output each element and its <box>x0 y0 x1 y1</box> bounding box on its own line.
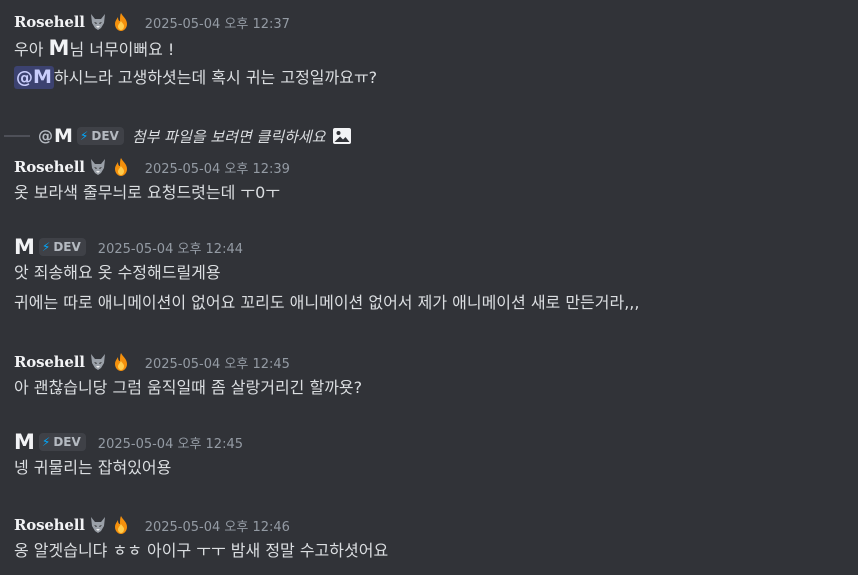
lightning-icon: ⚡ <box>41 240 51 254</box>
message-timestamp[interactable]: 2025-05-04 오후 12:44 <box>98 238 243 257</box>
message-timestamp[interactable]: 2025-05-04 오후 12:37 <box>145 13 290 32</box>
wolf-emoji-icon <box>88 12 108 32</box>
text-segment: 우아 <box>14 40 49 59</box>
author-name[interactable]: M <box>14 236 35 258</box>
reply-preview[interactable]: @ M ⚡ DEV 첨부 파일을 보려면 클릭하세요 <box>0 123 858 149</box>
author-name[interactable]: Rosehell <box>14 13 85 31</box>
message-header: M ⚡ DEV 2025-05-04 오후 12:45 <box>14 430 858 454</box>
reply-bracket <box>4 135 30 137</box>
message-header: Rosehell 2025-05-04 오후 12:39 <box>14 155 858 179</box>
message-text: 앗 죄송해요 옷 수정해드릴게용 <box>14 263 221 282</box>
message-text: 옷 보라색 줄무늬로 요청드렷는데 ㅜ0ㅜ <box>14 183 281 202</box>
text-segment: 님 너무이뻐요 ! <box>69 40 175 59</box>
user-mention[interactable]: @M <box>14 66 54 89</box>
lightning-icon: ⚡ <box>41 435 51 449</box>
reply-text[interactable]: 첨부 파일을 보려면 클릭하세요 <box>132 126 326 147</box>
chat-message-list: Rosehell 2025-05-04 오후 12:37 우아 M님 너무이뻐요… <box>0 0 858 575</box>
message-text: @M 하시느라 고생하셧는데 혹시 귀는 고정일까요ㅠ? <box>14 64 858 92</box>
message-text: 귀에는 따로 애니메이션이 없어요 꼬리도 애니메이션 없어서 제가 애니메이션… <box>14 293 640 312</box>
author-name[interactable]: Rosehell <box>14 158 85 176</box>
dev-badge: ⚡ DEV <box>38 238 86 256</box>
message-timestamp[interactable]: 2025-05-04 오후 12:39 <box>145 158 290 177</box>
message-timestamp[interactable]: 2025-05-04 오후 12:45 <box>98 433 243 452</box>
message-timestamp[interactable]: 2025-05-04 오후 12:45 <box>145 353 290 372</box>
message-header: Rosehell 2025-05-04 오후 12:45 <box>14 350 858 374</box>
mention-name: M <box>33 66 52 88</box>
author-name[interactable]: Rosehell <box>14 516 85 534</box>
badge-label: DEV <box>53 435 81 449</box>
dev-badge: ⚡ DEV <box>38 433 86 451</box>
message-group: Rosehell 2025-05-04 오후 12:39 옷 보라색 줄무늬로 … <box>14 155 858 207</box>
fire-emoji-icon <box>111 12 131 32</box>
message-group: Rosehell 2025-05-04 오후 12:46 옹 알겟습니댜 ㅎㅎ … <box>14 513 858 565</box>
author-name[interactable]: M <box>14 431 35 453</box>
image-icon[interactable] <box>332 126 352 146</box>
text-segment: 하시느라 고생하셧는데 혹시 귀는 고정일까요ㅠ? <box>53 68 378 87</box>
message-group: M ⚡ DEV 2025-05-04 오후 12:45 넹 귀물리는 잡혀있어용 <box>14 430 858 482</box>
fire-emoji-icon <box>111 157 131 177</box>
fire-emoji-icon <box>111 515 131 535</box>
mention-at: @ <box>16 68 33 88</box>
message-header: M ⚡ DEV 2025-05-04 오후 12:44 <box>14 235 858 259</box>
lightning-icon: ⚡ <box>79 129 89 143</box>
message-text: 옹 알겟습니댜 ㅎㅎ 아이구 ㅜㅜ 밤새 정말 수고하셧어요 <box>14 541 389 560</box>
message-text: 아 괜찮습니당 그럼 움직일때 좀 살랑거리긴 할까욧? <box>14 378 363 397</box>
message-timestamp[interactable]: 2025-05-04 오후 12:46 <box>145 516 290 535</box>
author-name[interactable]: Rosehell <box>14 353 85 371</box>
message-group: Rosehell 2025-05-04 오후 12:45 아 괜찮습니당 그럼 … <box>14 350 858 402</box>
badge-label: DEV <box>91 129 119 143</box>
reply-author[interactable]: M <box>54 125 73 147</box>
wolf-emoji-icon <box>88 515 108 535</box>
message-group: Rosehell 2025-05-04 오후 12:37 우아 M님 너무이뻐요… <box>14 10 858 92</box>
message-text: 넹 귀물리는 잡혀있어용 <box>14 458 172 477</box>
reply-content: @ M ⚡ DEV 첨부 파일을 보려면 클릭하세요 <box>38 125 352 147</box>
wolf-emoji-icon <box>88 352 108 372</box>
message-header: Rosehell 2025-05-04 오후 12:37 <box>14 10 858 34</box>
message-text: 우아 M님 너무이뻐요 ! <box>14 34 858 64</box>
text-segment-m: M <box>48 36 70 60</box>
badge-label: DEV <box>53 240 81 254</box>
reply-at: @ <box>38 127 53 145</box>
dev-badge: ⚡ DEV <box>76 127 124 145</box>
message-header: Rosehell 2025-05-04 오후 12:46 <box>14 513 858 537</box>
wolf-emoji-icon <box>88 157 108 177</box>
fire-emoji-icon <box>111 352 131 372</box>
message-group: M ⚡ DEV 2025-05-04 오후 12:44 앗 죄송해요 옷 수정해드… <box>14 235 858 317</box>
